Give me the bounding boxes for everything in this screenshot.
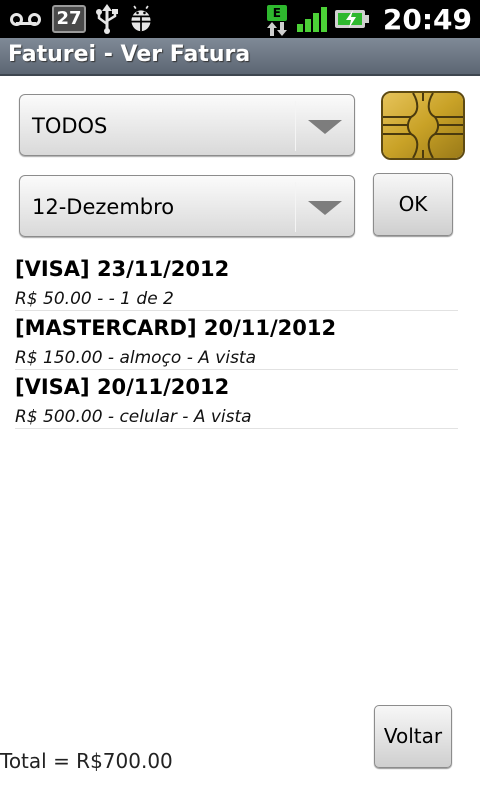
invoice-list-item[interactable]: [VISA] 20/11/2012 R$ 500.00 - celular - … (15, 370, 458, 429)
total-label: Total = R$700.00 (0, 749, 173, 773)
invoice-headline: [VISA] 23/11/2012 (15, 257, 230, 281)
screen: 27 E 20:49 Faturei - Ver Fatura TODOS 12… (0, 0, 480, 800)
signal-icon (296, 6, 327, 32)
spinner-divider (295, 182, 296, 232)
invoice-headline: [VISA] 20/11/2012 (15, 375, 230, 399)
month-filter-value: 12-Dezembro (32, 195, 175, 219)
page-title: Faturei - Ver Fatura (8, 42, 251, 67)
spinner-divider (295, 101, 296, 151)
month-filter-spinner[interactable]: 12-Dezembro (19, 175, 355, 237)
network-type-label: E (266, 5, 287, 21)
card-filter-value: TODOS (32, 114, 108, 138)
invoice-list-item[interactable]: [VISA] 23/11/2012 R$ 50.00 - - 1 de 2 (15, 252, 458, 311)
android-debug-icon (131, 5, 151, 32)
card-filter-spinner[interactable]: TODOS (19, 94, 355, 156)
dropdown-arrow-icon (308, 120, 342, 134)
clock: 20:49 (382, 2, 472, 36)
invoice-detail: R$ 50.00 - - 1 de 2 (15, 289, 174, 309)
invoice-headline: [MASTERCARD] 20/11/2012 (15, 316, 337, 340)
battery-charging-icon (334, 8, 369, 30)
calendar-date-badge: 27 (52, 5, 86, 33)
status-left: 27 (10, 4, 154, 34)
dropdown-arrow-icon (308, 201, 342, 215)
status-bar: 27 E 20:49 (0, 0, 480, 38)
ok-button[interactable]: OK (373, 173, 453, 236)
back-button[interactable]: Voltar (374, 705, 452, 768)
invoice-detail: R$ 500.00 - celular - A vista (15, 407, 252, 427)
voicemail-icon (10, 11, 44, 27)
card-chip-icon (383, 93, 463, 158)
status-right: E 20:49 (265, 0, 472, 38)
app-title-bar: Faturei - Ver Fatura (0, 38, 480, 76)
usb-icon (96, 4, 118, 34)
invoice-list-item[interactable]: [MASTERCARD] 20/11/2012 R$ 150.00 - almo… (15, 311, 458, 370)
credit-card-chip-button[interactable] (381, 91, 465, 160)
edge-data-icon: E (265, 2, 289, 36)
invoice-detail: R$ 150.00 - almoço - A vista (15, 348, 257, 368)
invoice-list: [VISA] 23/11/2012 R$ 50.00 - - 1 de 2 [M… (0, 252, 480, 429)
